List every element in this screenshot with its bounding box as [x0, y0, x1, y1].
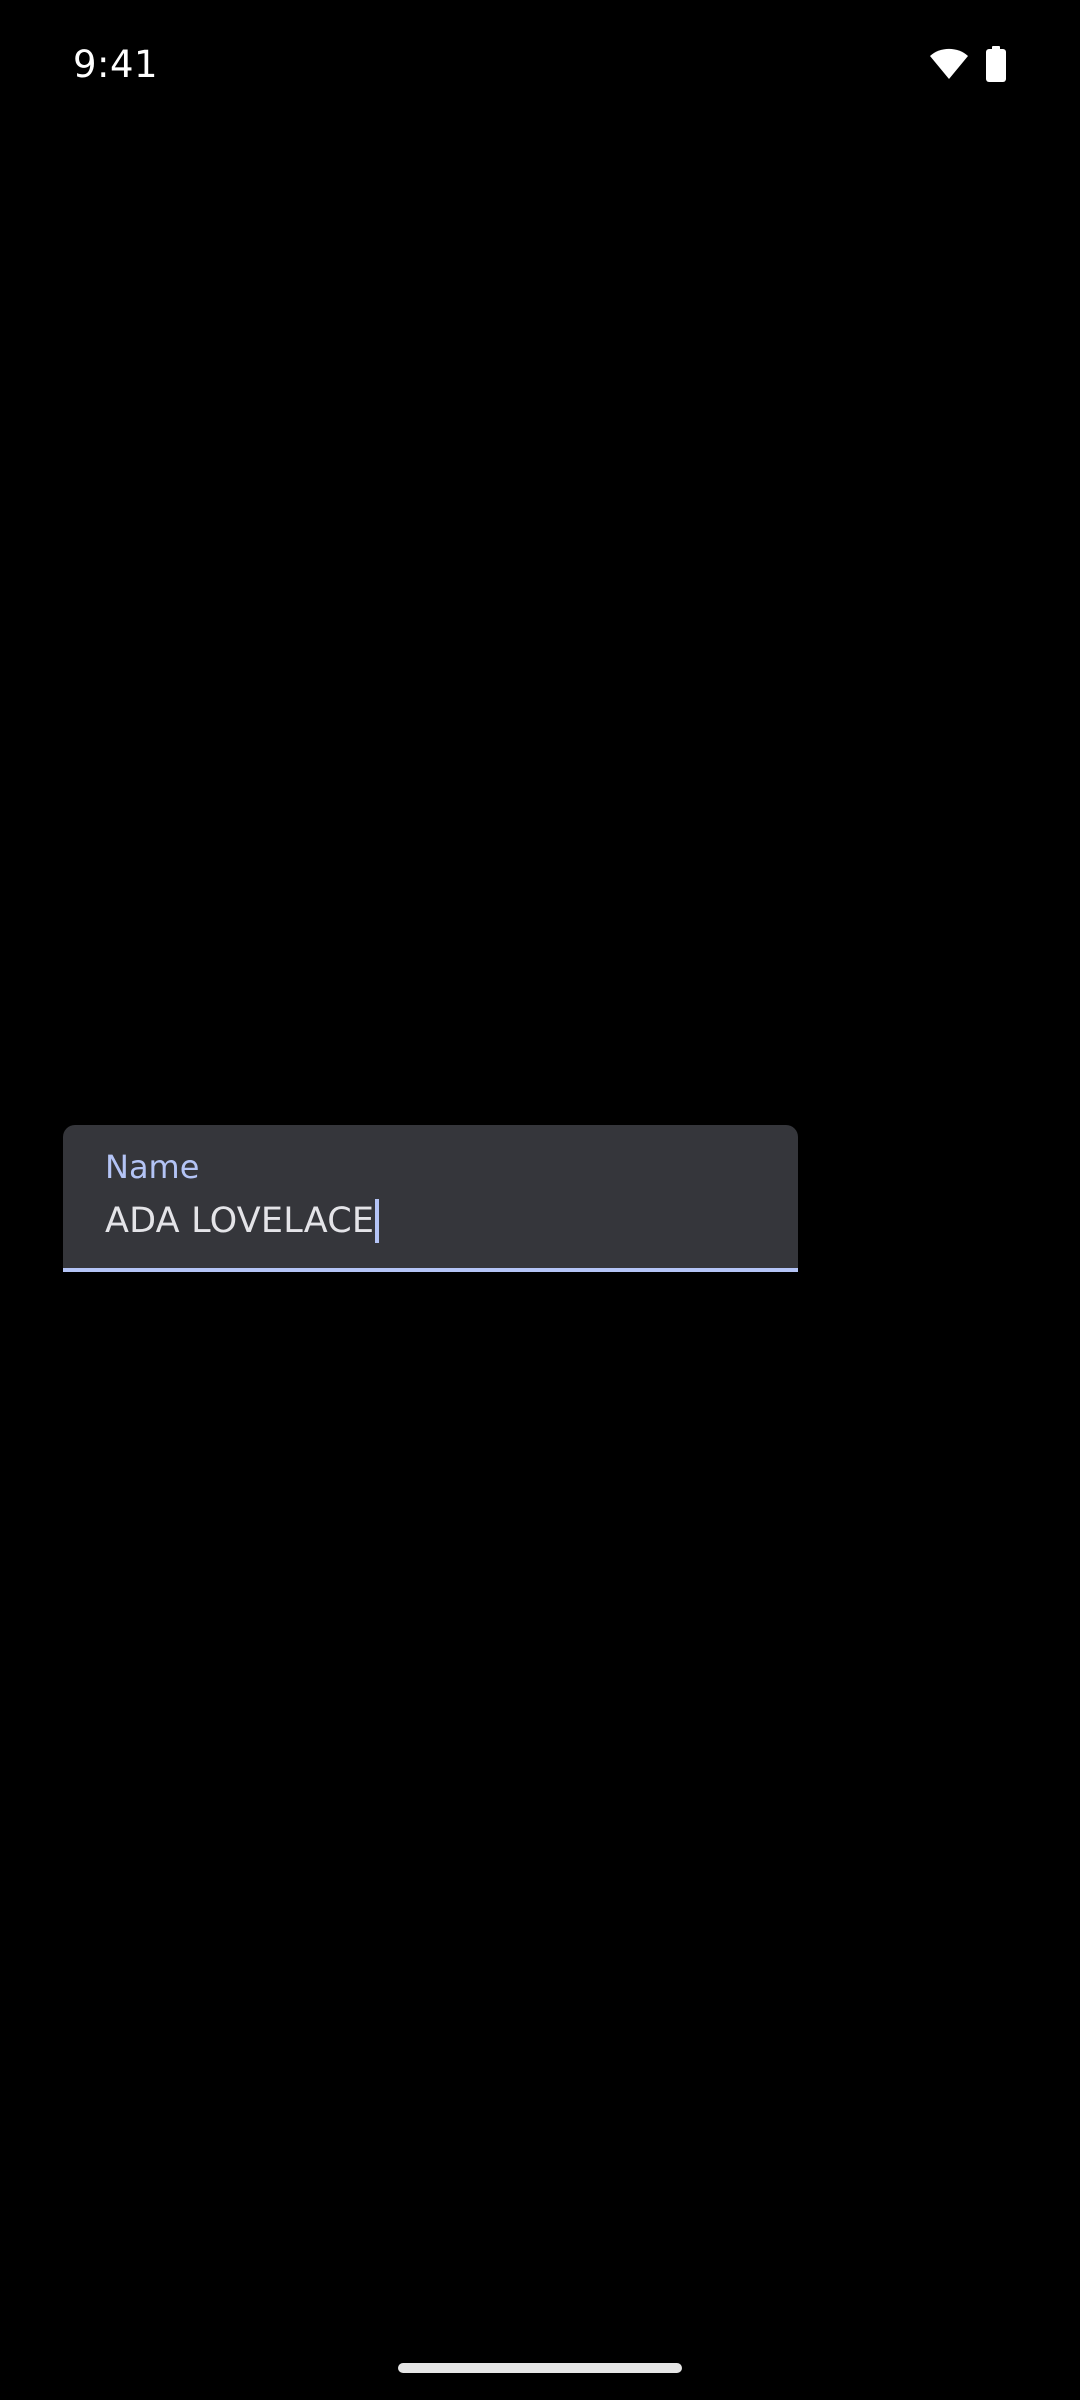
- battery-icon: [985, 46, 1007, 82]
- name-field[interactable]: Name ADA LOVELACE: [63, 1125, 798, 1272]
- home-indicator[interactable]: [398, 2363, 682, 2373]
- status-time: 9:41: [73, 43, 159, 86]
- name-field-input[interactable]: ADA LOVELACE: [105, 1197, 380, 1245]
- field-underline: [63, 1268, 798, 1272]
- name-field-label: Name: [105, 1148, 200, 1186]
- wifi-icon: [929, 48, 969, 80]
- status-bar: 9:41: [0, 0, 1080, 130]
- text-cursor: [375, 1199, 380, 1243]
- name-field-value[interactable]: ADA LOVELACE: [105, 1197, 374, 1245]
- status-icons: [929, 46, 1007, 82]
